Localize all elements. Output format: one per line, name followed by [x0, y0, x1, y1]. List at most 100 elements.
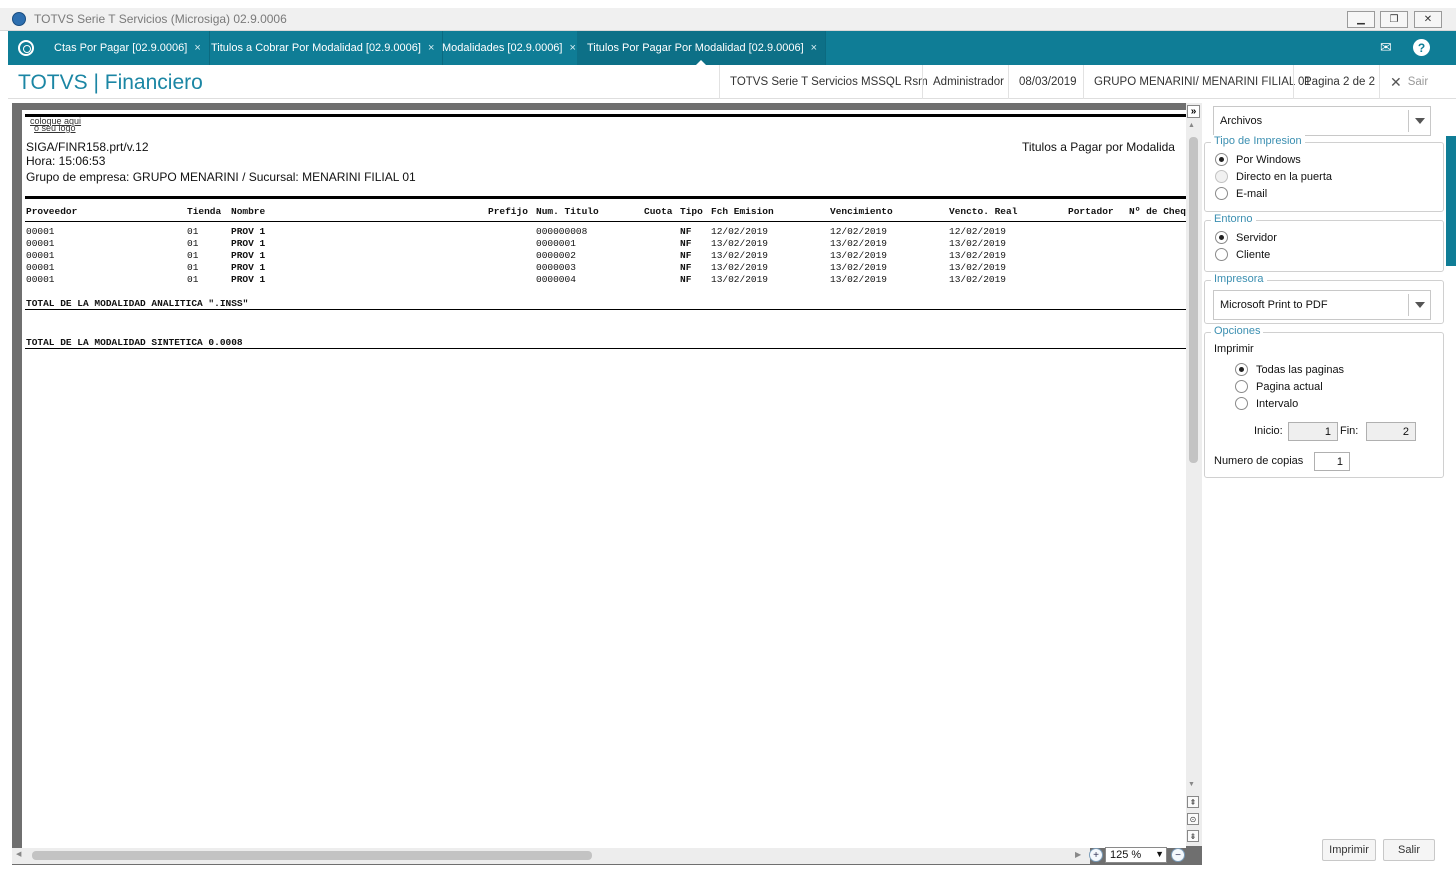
print-button[interactable]: Imprimir — [1322, 839, 1376, 861]
radio-intervalo[interactable]: Intervalo — [1235, 397, 1298, 410]
go-bottom-icon: ⇟ — [1189, 831, 1197, 841]
output-type-select[interactable]: Archivos — [1213, 106, 1431, 136]
end-page-input[interactable]: 2 — [1366, 422, 1416, 441]
end-label: Fin: — [1340, 425, 1359, 437]
header-bar: TOTVS | Financiero TOTVS Serie T Servici… — [8, 65, 1456, 99]
scroll-left-arrow[interactable]: ◀ — [16, 850, 21, 858]
exit-label: Sair — [1407, 76, 1429, 88]
total-sintetica: TOTAL DE LA MODALIDAD SINTETICA 0.0008 — [26, 337, 243, 348]
tab-close-icon[interactable]: × — [811, 42, 817, 54]
radio-unchecked-icon — [1235, 380, 1248, 393]
radio-servidor[interactable]: Servidor — [1215, 231, 1277, 244]
radio-directo-puerta[interactable]: Directo en la puerta — [1215, 170, 1332, 183]
restore-button[interactable]: ❐ — [1380, 11, 1408, 28]
app-icon — [12, 12, 26, 26]
tab-label: Ctas Por Pagar [02.9.0006] — [54, 42, 188, 54]
total-analitica: TOTAL DE LA MODALIDAD ANALITICA ".INSS" — [26, 298, 249, 309]
radio-unchecked-icon — [1235, 397, 1248, 410]
col-prefijo: Prefijo — [488, 206, 528, 217]
tab-close-icon[interactable]: × — [194, 42, 200, 54]
printer-select[interactable]: Microsoft Print to PDF — [1213, 290, 1431, 320]
col-cuota: Cuota — [644, 206, 673, 217]
total-rule — [25, 309, 1186, 310]
logo-placeholder: coloque aqui o seu logo — [30, 116, 82, 133]
radio-unchecked-icon — [1215, 248, 1228, 261]
table-row: 00001 01 PROV 1 0000002 NF 13/02/2019 13… — [26, 250, 1007, 261]
chevron-down-icon: ▼ — [1155, 849, 1164, 859]
environment-group: Entorno Servidor Cliente — [1204, 213, 1444, 272]
printer-value: Microsoft Print to PDF — [1220, 299, 1328, 311]
column-rule — [25, 221, 1186, 222]
last-page-button[interactable]: ⇟ — [1187, 830, 1199, 842]
report-title: Titulos a Pagar por Modalida — [1022, 140, 1175, 154]
radio-cliente[interactable]: Cliente — [1215, 248, 1270, 261]
exit-link[interactable]: ✕ Sair — [1379, 65, 1438, 99]
close-window-button[interactable]: ✕ — [1414, 11, 1442, 28]
background-window-fragment — [1446, 100, 1456, 870]
output-type-value: Archivos — [1220, 115, 1263, 127]
print-type-title: Tipo de Impresion — [1211, 135, 1305, 147]
help-icon[interactable]: ? — [1413, 39, 1430, 56]
radio-pagina-actual[interactable]: Pagina actual — [1235, 380, 1323, 393]
zoom-value: 125 % — [1110, 849, 1142, 861]
col-vencimiento: Vencimiento — [830, 206, 893, 217]
col-fch-emision: Fch Emision — [711, 206, 774, 217]
exit-button[interactable]: Salir — [1383, 839, 1435, 861]
vertical-scroll-thumb[interactable] — [1189, 137, 1198, 463]
zoom-select[interactable]: 125 % ▼ — [1105, 847, 1167, 863]
expand-panel-button[interactable]: » — [1187, 105, 1200, 118]
scroll-right-arrow[interactable]: ▶ — [1075, 850, 1081, 859]
print-label: Imprimir — [1214, 343, 1254, 355]
minimize-icon: ▁ — [1357, 14, 1365, 25]
window-title-bar: TOTVS Serie T Servicios (Microsiga) 02.9… — [0, 8, 1456, 31]
tab-close-icon[interactable]: × — [569, 42, 575, 54]
tab-label: Modalidades [02.9.0006] — [442, 42, 563, 54]
window-title: TOTVS Serie T Servicios (Microsiga) 02.9… — [34, 12, 287, 26]
report-page[interactable]: coloque aqui o seu logo SIGA/FINR158.prt… — [22, 110, 1186, 848]
radio-por-windows[interactable]: Por Windows — [1215, 153, 1301, 166]
go-top-icon: ⇞ — [1189, 797, 1197, 807]
sintetica-rule — [25, 348, 1186, 349]
scroll-down-arrow[interactable]: ▼ — [1188, 781, 1195, 788]
first-page-button[interactable]: ⇞ — [1187, 796, 1199, 808]
scroll-up-arrow[interactable]: ▲ — [1188, 122, 1195, 129]
horizontal-scroll-thumb[interactable] — [32, 851, 592, 860]
table-row: 00001 01 PROV 1 0000004 NF 13/02/2019 13… — [26, 274, 1007, 285]
zoom-in-button[interactable]: + — [1089, 848, 1103, 862]
start-label: Inicio: — [1254, 425, 1283, 437]
chevron-down-icon — [1408, 110, 1430, 132]
tab-titulos-por-pagar[interactable]: Titulos Por Pagar Por Modalidad [02.9.00… — [577, 31, 827, 66]
header-rule — [25, 196, 1186, 199]
page-indicator: Pagina 2 de 2 — [1293, 65, 1385, 99]
zoom-out-icon: − — [1175, 849, 1181, 861]
printer-title: Impresora — [1211, 273, 1267, 285]
tab-ctas-por-pagar[interactable]: Ctas Por Pagar [02.9.0006] × — [44, 31, 210, 65]
print-type-group: Tipo de Impresion Por Windows Directo en… — [1204, 135, 1444, 212]
home-icon[interactable] — [18, 40, 34, 56]
company-label: GRUPO MENARINI/ MENARINI FILIAL 01 — [1083, 65, 1321, 99]
tab-label: Titulos a Cobrar Por Modalidad [02.9.000… — [211, 42, 421, 54]
current-page-button[interactable]: ⊙ — [1187, 813, 1199, 825]
zoom-out-button[interactable]: − — [1171, 848, 1185, 862]
tab-titulos-a-cobrar[interactable]: Titulos a Cobrar Por Modalidad [02.9.000… — [201, 31, 444, 65]
col-tipo: Tipo — [680, 206, 703, 217]
app-title: TOTVS | Financiero — [18, 71, 203, 94]
tab-bar: Ctas Por Pagar [02.9.0006] × Titulos a Co… — [8, 31, 1456, 66]
minimize-button[interactable]: ▁ — [1347, 11, 1375, 28]
report-group: Grupo de empresa: GRUPO MENARINI / Sucur… — [26, 170, 416, 184]
col-nombre: Nombre — [231, 206, 266, 217]
radio-checked-icon — [1215, 153, 1228, 166]
copies-input[interactable]: 1 — [1314, 452, 1350, 471]
start-page-input[interactable]: 1 — [1288, 422, 1338, 441]
background-window-accent — [1446, 136, 1456, 266]
radio-todas-paginas[interactable]: Todas las paginas — [1235, 363, 1344, 376]
print-options-panel: Archivos Tipo de Impresion Por Windows D… — [1203, 100, 1446, 870]
tab-modalidades[interactable]: Modalidades [02.9.0006] × — [432, 31, 585, 65]
environment-label: TOTVS Serie T Servicios MSSQL Rsm — [719, 65, 938, 99]
table-row: 00001 01 PROV 1 0000001 NF 13/02/2019 13… — [26, 238, 1007, 249]
col-vencto-real: Vencto. Real — [949, 206, 1018, 217]
radio-email[interactable]: E-mail — [1215, 187, 1267, 200]
zoom-in-icon: + — [1093, 849, 1099, 861]
mail-icon[interactable]: ✉ — [1380, 39, 1392, 56]
page-top-rule — [25, 114, 1186, 117]
